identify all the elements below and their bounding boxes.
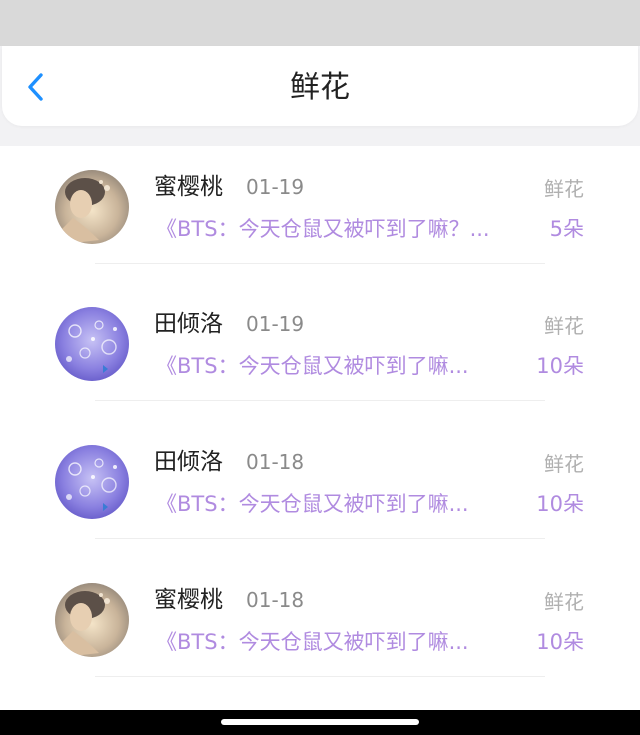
nav-bar: 鲜花 [2,46,638,126]
avatar[interactable] [55,307,129,381]
avatar[interactable] [55,445,129,519]
gift-type: 鲜花 [544,177,584,201]
flower-record-list: 蜜樱桃 01-19 鲜花 《BTS：今天仓鼠又被吓到了嘛？... 5朵 田倾洛 … [0,146,640,710]
divider [95,538,545,539]
user-name[interactable]: 蜜樱桃 [154,585,223,615]
user-name[interactable]: 田倾洛 [154,447,223,477]
flower-count: 10朵 [536,354,584,378]
flower-count: 5朵 [549,217,584,241]
user-name[interactable]: 蜜樱桃 [154,172,223,202]
book-title-link[interactable]: 《BTS：今天仓鼠又被吓到了嘛... [156,489,518,519]
divider [95,676,545,677]
user-name[interactable]: 田倾洛 [154,309,223,339]
home-indicator[interactable] [221,719,419,725]
item-date: 01-19 [246,312,305,336]
system-navigation-bar [0,710,640,735]
item-date: 01-18 [246,588,305,612]
gift-type: 鲜花 [544,452,584,476]
page-title: 鲜花 [290,70,350,105]
list-item[interactable]: 田倾洛 01-18 鲜花 《BTS：今天仓鼠又被吓到了嘛... 10朵 [0,433,640,551]
divider [95,263,545,264]
list-item[interactable]: 田倾洛 01-19 鲜花 《BTS：今天仓鼠又被吓到了嘛... 10朵 [0,295,640,413]
list-item[interactable]: 蜜樱桃 01-19 鲜花 《BTS：今天仓鼠又被吓到了嘛？... 5朵 [0,158,640,276]
list-item[interactable]: 蜜樱桃 01-18 鲜花 《BTS：今天仓鼠又被吓到了嘛... 10朵 [0,571,640,689]
avatar[interactable] [55,583,129,657]
item-date: 01-19 [246,175,305,199]
book-title-link[interactable]: 《BTS：今天仓鼠又被吓到了嘛？... [156,214,536,244]
divider [95,400,545,401]
book-title-link[interactable]: 《BTS：今天仓鼠又被吓到了嘛... [156,351,518,381]
item-date: 01-18 [246,450,305,474]
gift-type: 鲜花 [544,590,584,614]
avatar[interactable] [55,170,129,244]
status-bar [0,0,640,46]
flower-count: 10朵 [536,630,584,654]
bubbles-avatar-icon [55,307,129,381]
book-title-link[interactable]: 《BTS：今天仓鼠又被吓到了嘛... [156,627,518,657]
portrait-avatar-icon [55,170,129,244]
gift-type: 鲜花 [544,314,584,338]
portrait-avatar-icon [55,583,129,657]
flower-count: 10朵 [536,492,584,516]
bubbles-avatar-icon [55,445,129,519]
